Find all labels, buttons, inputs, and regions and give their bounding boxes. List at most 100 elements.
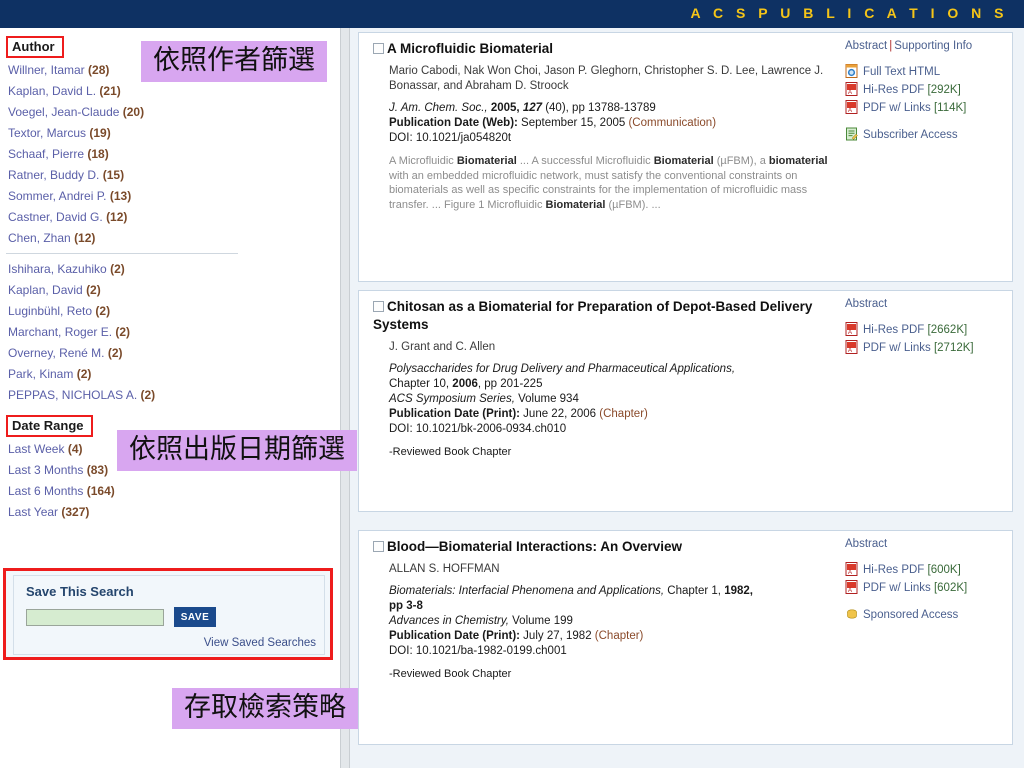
result-toplinks: Abstract <box>845 298 1010 310</box>
list-item[interactable]: Overney, René M. (2) <box>0 343 340 364</box>
result-authors: Mario Cabodi, Nak Won Choi, Jason P. Gle… <box>389 65 824 92</box>
facet-heading-author: Author <box>6 36 64 58</box>
facet-name: Sommer, Andrei P. <box>8 189 107 203</box>
result-links-1: Abstract | Supporting Info Full Text HTML … <box>845 40 1010 144</box>
pages: pp 3-8 <box>389 600 423 612</box>
full-text-html-link[interactable]: Full Text HTML <box>845 63 1010 81</box>
result-title[interactable]: Chitosan as a Biomaterial for Preparatio… <box>373 299 812 332</box>
hi-res-pdf-link[interactable]: A Hi-Res PDF [292K] <box>845 81 1010 99</box>
hi-res-pdf-link[interactable]: A Hi-Res PDF [600K] <box>845 561 1010 579</box>
result-content-type: -Reviewed Book Chapter <box>389 446 512 458</box>
supporting-info-link[interactable]: Supporting Info <box>894 40 972 52</box>
list-item[interactable]: Schaaf, Pierre (18) <box>0 144 340 165</box>
pdf-icon: A <box>845 82 859 96</box>
snippet-end: (µFBM). ... <box>605 198 661 211</box>
result-citation: Polysaccharides for Drug Delivery and Ph… <box>389 362 833 437</box>
result-title[interactable]: A Microfluidic Biomaterial <box>387 41 553 56</box>
svg-text:A: A <box>848 108 852 114</box>
facet-name: Kaplan, David <box>8 283 83 297</box>
facet-name: Luginbühl, Reto <box>8 304 93 318</box>
facet-list-author-more: Ishihara, Kazuhiko (2) Kaplan, David (2)… <box>0 259 340 406</box>
facet-count: (83) <box>86 463 109 477</box>
link-label: PDF w/ Links <box>863 342 931 354</box>
file-size: [2662K] <box>927 324 968 336</box>
facet-name: Textor, Marcus <box>8 126 87 140</box>
facet-name: Last 6 Months <box>8 484 84 498</box>
result-card: Blood—Biomaterial Interactions: An Overv… <box>358 530 1013 745</box>
facet-count: (21) <box>99 84 121 98</box>
save-search-highlight: Save This Search SAVE View Saved Searche… <box>3 568 333 660</box>
annotation-author-filter: 依照作者篩選 <box>141 41 327 82</box>
save-search-panel: Save This Search SAVE View Saved Searche… <box>13 575 325 655</box>
citation-issue: (40), pp 13788-13789 <box>542 102 656 114</box>
pub-type: (Chapter) <box>594 630 644 642</box>
list-item[interactable]: Voegel, Jean-Claude (20) <box>0 102 340 123</box>
result-citation: Biomaterials: Interfacial Phenomena and … <box>389 584 833 659</box>
list-item[interactable]: Kaplan, David (2) <box>0 280 340 301</box>
file-size: [600K] <box>927 564 961 576</box>
abstract-link[interactable]: Abstract <box>845 40 887 52</box>
facet-count: (2) <box>107 346 123 360</box>
result-checkbox[interactable] <box>373 541 384 552</box>
svg-text:A: A <box>848 588 852 594</box>
pdf-w-links-link[interactable]: A PDF w/ Links [602K] <box>845 579 1010 597</box>
facet-count: (18) <box>87 147 109 161</box>
list-item[interactable]: Ratner, Buddy D. (15) <box>0 165 340 186</box>
snippet-mid: (µFBM), a <box>713 155 769 167</box>
list-item[interactable]: Castner, David G. (12) <box>0 207 340 228</box>
hi-res-pdf-link[interactable]: A Hi-Res PDF [2662K] <box>845 321 1010 339</box>
pdf-w-links-link[interactable]: A PDF w/ Links [2712K] <box>845 339 1010 357</box>
facet-name: Park, Kinam <box>8 367 74 381</box>
sidebar-scrollbar[interactable] <box>340 28 350 768</box>
snippet-mid: ... A successful Microfluidic <box>516 155 654 167</box>
result-citation: J. Am. Chem. Soc., 2005, 127 (40), pp 13… <box>389 101 833 146</box>
facet-count: (2) <box>140 388 156 402</box>
list-item[interactable]: Last Year (327) <box>0 502 340 523</box>
facet-count: (164) <box>86 484 115 498</box>
snippet-term: Biomaterial <box>545 198 606 211</box>
facet-count: (4) <box>67 442 83 456</box>
result-checkbox[interactable] <box>373 43 384 54</box>
pubdate-value: July 27, 1982 <box>519 630 595 642</box>
facet-count: (15) <box>102 168 125 182</box>
search-results-list: A Microfluidic Biomaterial Mario Cabodi,… <box>352 28 1024 768</box>
result-toplinks: Abstract <box>845 538 1010 550</box>
abstract-link[interactable]: Abstract <box>845 538 887 550</box>
pdf-w-links-link[interactable]: A PDF w/ Links [114K] <box>845 99 1010 117</box>
facet-count: (12) <box>106 210 128 224</box>
banner-title: A C S P U B L I C A T I O N S <box>690 5 1008 21</box>
result-main-1: A Microfluidic Biomaterial Mario Cabodi,… <box>373 40 833 212</box>
list-item[interactable]: Sommer, Andrei P. (13) <box>0 186 340 207</box>
save-search-title: Save This Search <box>26 584 134 599</box>
file-size: [114K] <box>933 102 967 114</box>
abstract-link[interactable]: Abstract <box>845 298 887 310</box>
list-item[interactable]: Marchant, Roger E. (2) <box>0 322 340 343</box>
list-item[interactable]: Ishihara, Kazuhiko (2) <box>0 259 340 280</box>
save-button[interactable]: SAVE <box>174 607 216 627</box>
result-title[interactable]: Blood—Biomaterial Interactions: An Overv… <box>387 539 682 554</box>
series-name: ACS Symposium Series, <box>389 393 515 405</box>
list-item[interactable]: Luginbühl, Reto (2) <box>0 301 340 322</box>
list-item[interactable]: PEPPAS, NICHOLAS A. (2) <box>0 385 340 406</box>
list-item[interactable]: Last 6 Months (164) <box>0 481 340 502</box>
file-size: [602K] <box>933 582 968 594</box>
list-item[interactable]: Park, Kinam (2) <box>0 364 340 385</box>
facet-count: (2) <box>95 304 111 318</box>
citation-year: 1982, <box>724 585 753 597</box>
result-main-3: Blood—Biomaterial Interactions: An Overv… <box>373 538 833 680</box>
list-item[interactable]: Chen, Zhan (12) <box>0 228 340 249</box>
result-checkbox[interactable] <box>373 301 384 312</box>
link-label: Hi-Res PDF <box>863 324 925 336</box>
facet-sidebar: Author Willner, Itamar (28) Kaplan, Davi… <box>0 28 340 768</box>
list-item[interactable]: Textor, Marcus (19) <box>0 123 340 144</box>
sponsored-access-row: Sponsored Access <box>845 606 1010 624</box>
facet-count: (327) <box>61 505 90 519</box>
series-volume: Volume 199 <box>508 615 573 627</box>
result-authors: J. Grant and C. Allen <box>389 341 496 353</box>
citation-year: 2006 <box>452 378 478 390</box>
chapter: Chapter 1, <box>664 585 725 597</box>
book-title: Biomaterials: Interfacial Phenomena and … <box>389 585 665 597</box>
list-item[interactable]: Kaplan, David L. (21) <box>0 81 340 102</box>
view-saved-searches-link[interactable]: View Saved Searches <box>204 637 316 649</box>
save-search-input[interactable] <box>26 609 164 626</box>
